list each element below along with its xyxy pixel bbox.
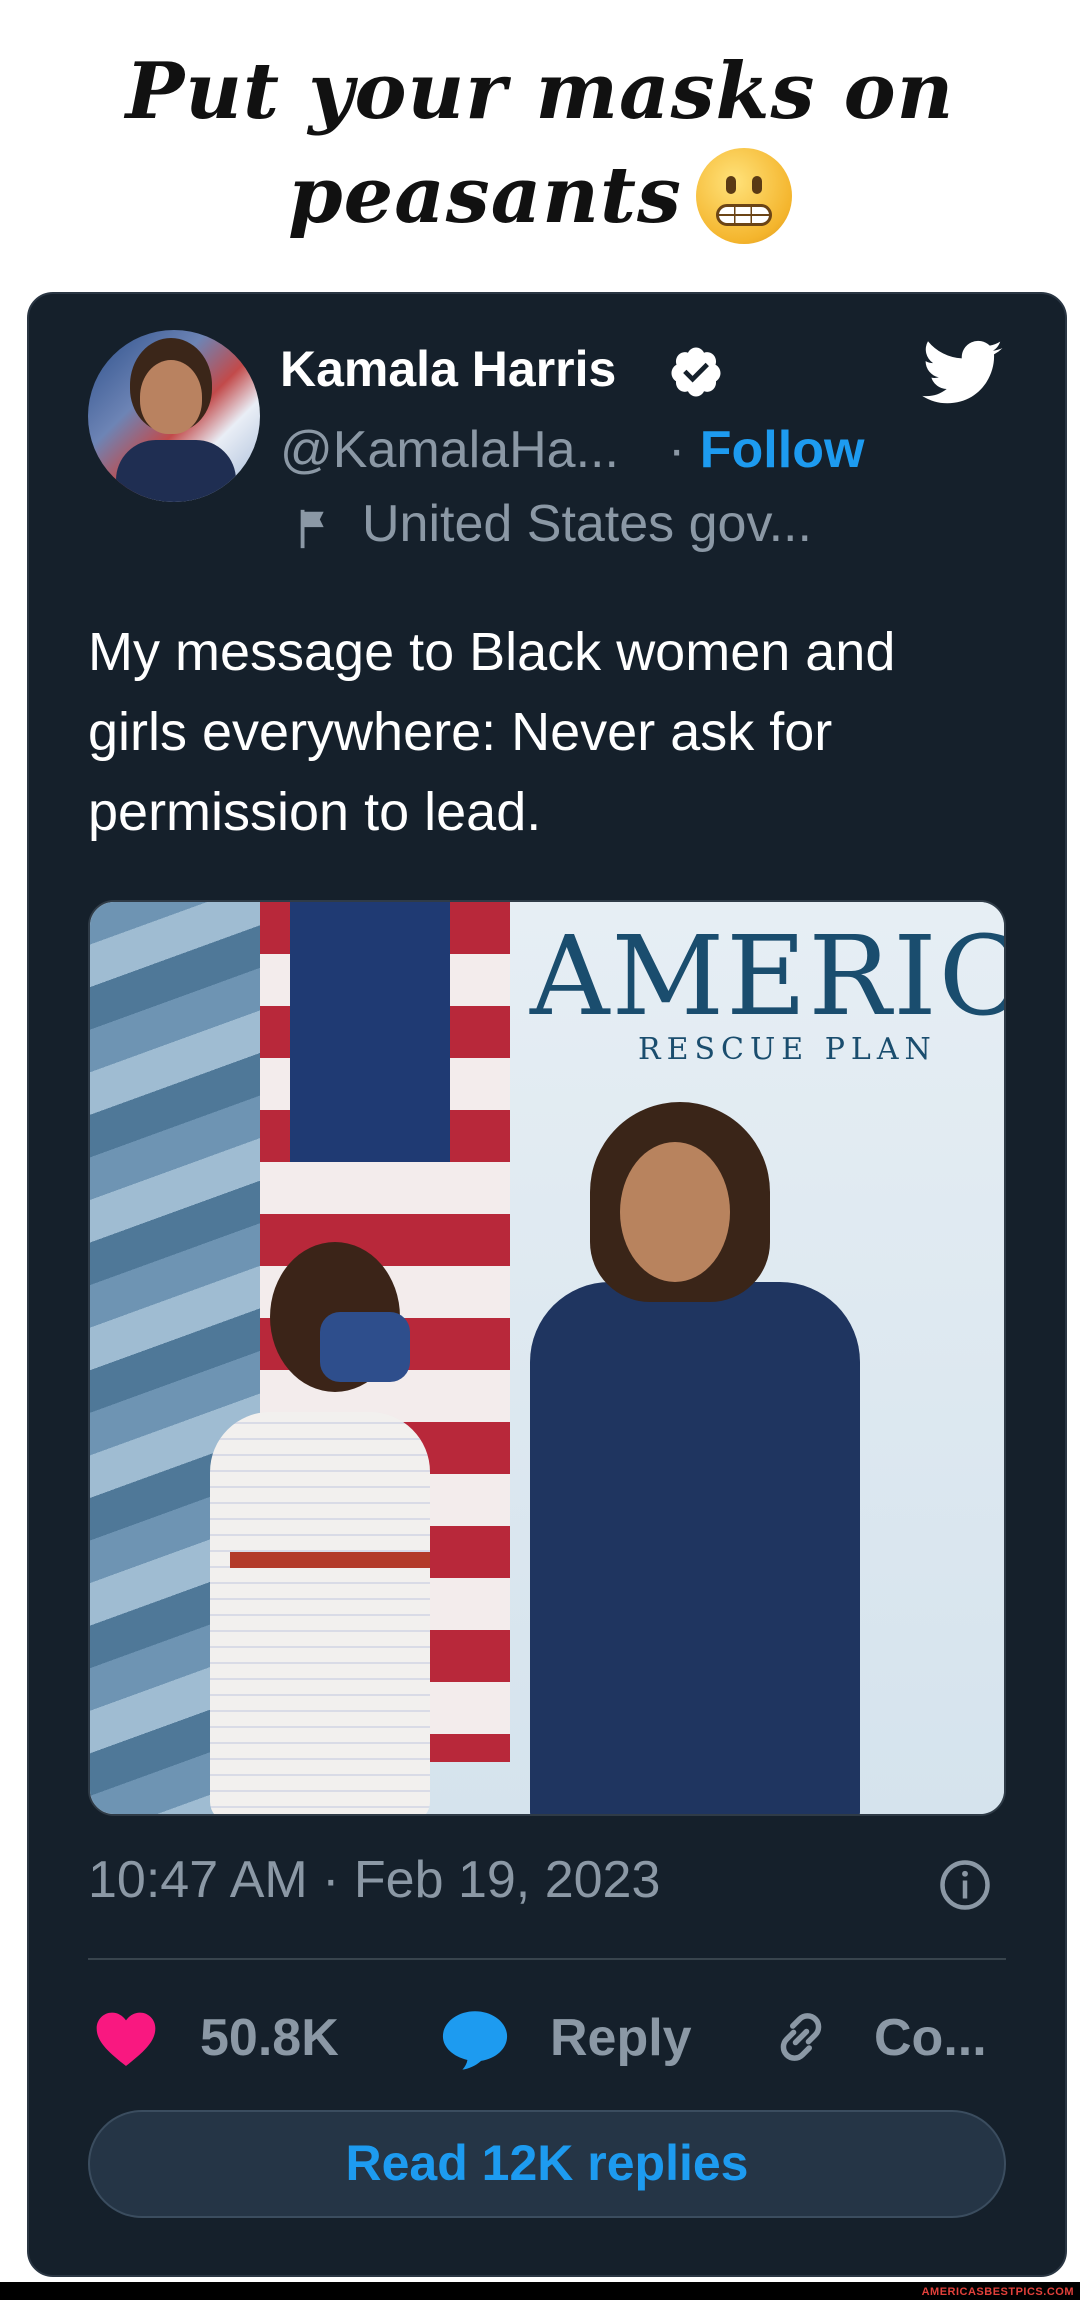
reply-bubble-icon[interactable]: [440, 2006, 510, 2072]
meme-caption: Put your masks on peasants: [0, 40, 1080, 250]
flag-icon: [300, 509, 324, 549]
reply-button[interactable]: Reply: [550, 2008, 692, 2068]
read-replies-button[interactable]: Read 12K replies: [88, 2110, 1006, 2218]
link-icon[interactable]: [768, 2004, 834, 2070]
follow-label[interactable]: Follow: [700, 421, 865, 479]
caption-line-2-wrap: peasants: [0, 144, 1080, 250]
footer-bar: [0, 2282, 1080, 2300]
copy-link-button[interactable]: Co...: [874, 2008, 987, 2068]
caption-line-1: Put your masks on: [125, 46, 955, 137]
photo-banner-subtitle: RESCUE PLAN: [638, 1032, 937, 1067]
action-bar: 50.8K Reply Co...: [88, 2000, 1006, 2080]
info-icon[interactable]: [938, 1858, 992, 1912]
watermark: AMERICASBESTPICS.COM: [921, 2286, 1074, 2298]
caption-line-2: peasants: [288, 150, 682, 241]
divider: [88, 1958, 1006, 1960]
grimacing-face-icon: [695, 147, 792, 244]
photo-banner-title: AMERICAN: [530, 912, 1004, 1040]
verified-badge-icon: [671, 347, 721, 397]
heart-icon[interactable]: [94, 2008, 158, 2068]
follow-button[interactable]: · Follow: [668, 420, 864, 480]
author-handle[interactable]: @KamalaHa...: [280, 420, 619, 480]
author-name[interactable]: Kamala Harris: [280, 340, 616, 398]
avatar[interactable]: [88, 330, 260, 502]
tweet-photo[interactable]: AMERICAN RESCUE PLAN: [88, 900, 1006, 1816]
affiliation-label: United States gov...: [362, 495, 812, 553]
tweet-timestamp[interactable]: 10:47 AM · Feb 19, 2023: [88, 1850, 660, 1910]
like-count[interactable]: 50.8K: [200, 2008, 339, 2068]
tweet-text: My message to Black women and girls ever…: [88, 622, 896, 842]
follow-separator: ·: [668, 421, 686, 479]
twitter-bird-icon[interactable]: [922, 340, 1004, 408]
